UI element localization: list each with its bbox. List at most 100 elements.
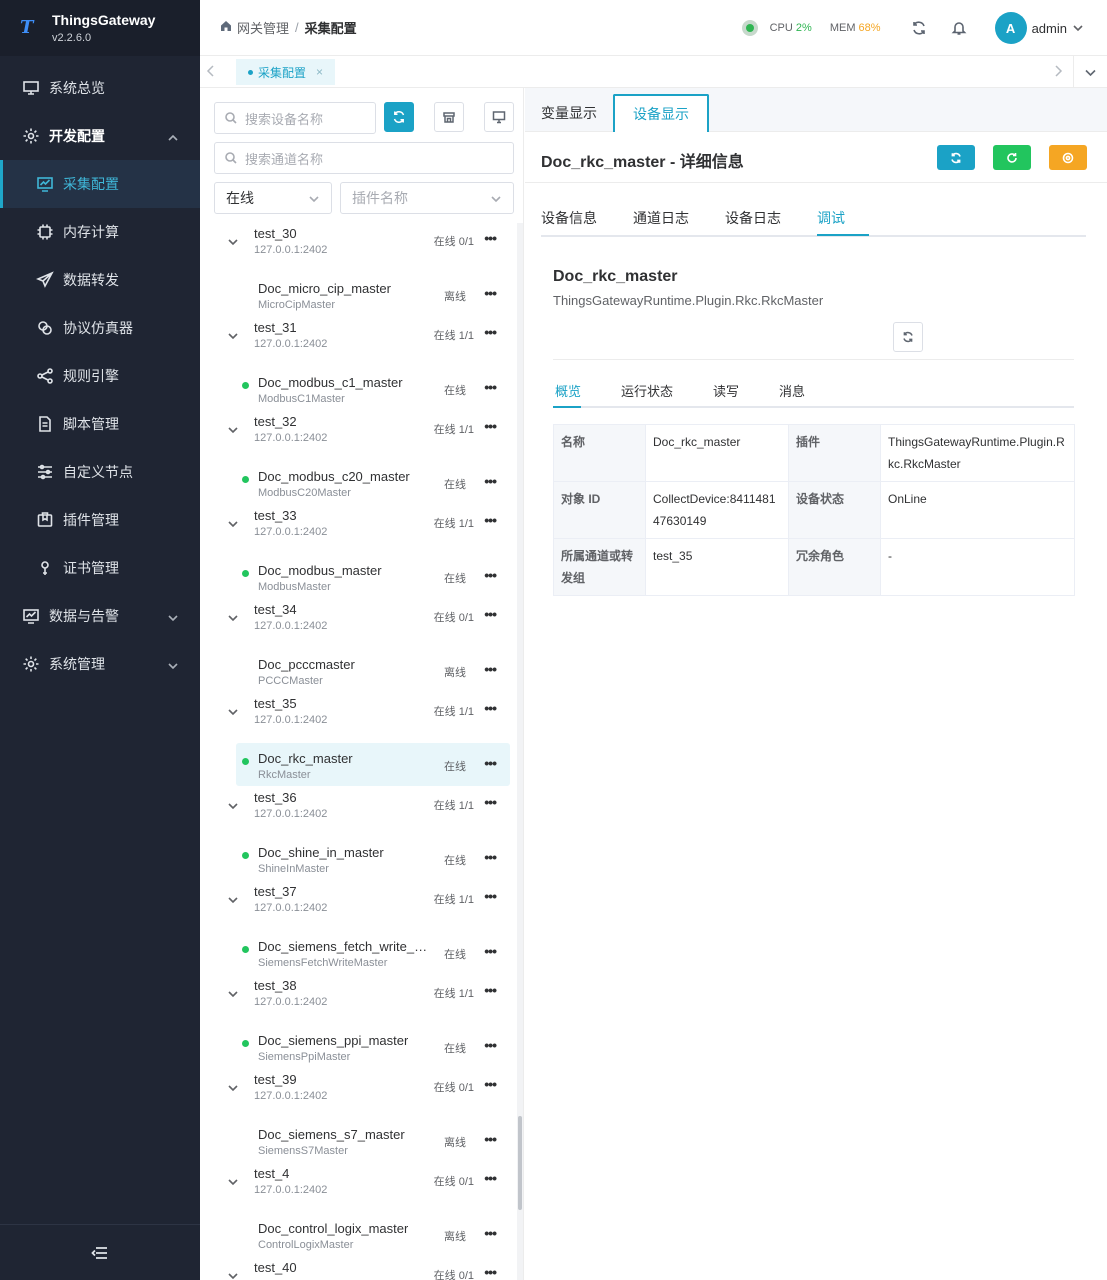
- device-node[interactable]: Doc_control_logix_master ControlLogixMast…: [200, 1210, 518, 1257]
- channel-node[interactable]: test_34 127.0.0.1:2402 在线 0/1 •••: [200, 599, 518, 646]
- chevron-down-icon[interactable]: [228, 1175, 238, 1190]
- device-node[interactable]: Doc_shine_in_master ShineInMaster 在线 •••: [200, 834, 518, 881]
- channel-node[interactable]: test_38 127.0.0.1:2402 在线 1/1 •••: [200, 975, 518, 1022]
- channel-node[interactable]: test_31 127.0.0.1:2402 在线 1/1 •••: [200, 317, 518, 364]
- search-channel-input[interactable]: 搜索通道名称: [214, 142, 514, 174]
- tabs-scroll-left-icon[interactable]: [206, 65, 216, 80]
- avatar[interactable]: A: [994, 12, 1027, 44]
- stop-device-button[interactable]: [1049, 145, 1087, 170]
- sidebar-item-12[interactable]: 系统管理: [0, 640, 200, 688]
- device-node[interactable]: Doc_rkc_master RkcMaster 在线 •••: [200, 740, 518, 787]
- sidebar-item-6[interactable]: 规则引擎: [0, 352, 200, 400]
- more-icon[interactable]: •••: [484, 888, 497, 904]
- channel-node[interactable]: test_35 127.0.0.1:2402 在线 1/1 •••: [200, 693, 518, 740]
- chevron-down-icon[interactable]: [228, 611, 238, 626]
- tab-read-write[interactable]: 读写: [713, 381, 739, 400]
- tab-messages[interactable]: 消息: [779, 381, 805, 400]
- refresh-tree-button[interactable]: [384, 102, 414, 132]
- tabs-scroll-right-icon[interactable]: [1053, 65, 1063, 80]
- more-icon[interactable]: •••: [484, 285, 497, 301]
- tab-collect-config[interactable]: 采集配置 ×: [236, 59, 336, 85]
- more-icon[interactable]: •••: [484, 473, 497, 489]
- device-node[interactable]: Doc_modbus_c1_master ModbusC1Master 在线 •••: [200, 364, 518, 411]
- chevron-down-icon[interactable]: [228, 705, 238, 720]
- desktop-view-button[interactable]: [484, 102, 514, 132]
- plc-view-button[interactable]: [434, 102, 464, 132]
- device-node[interactable]: Doc_pcccmaster PCCCMaster 离线 •••: [200, 646, 518, 693]
- home-icon[interactable]: [220, 20, 237, 35]
- device-node[interactable]: Doc_modbus_master ModbusMaster 在线 •••: [200, 552, 518, 599]
- sidebar-item-4[interactable]: 数据转发: [0, 256, 200, 304]
- tab-device-info[interactable]: 设备信息: [541, 208, 597, 228]
- chevron-down-icon[interactable]: [228, 235, 238, 250]
- sidebar-item-11[interactable]: 数据与告警: [0, 592, 200, 640]
- sidebar-item-2[interactable]: 采集配置: [0, 160, 200, 208]
- channel-node[interactable]: test_40 在线 0/1 •••: [200, 1257, 518, 1280]
- more-icon[interactable]: •••: [484, 1264, 497, 1280]
- user-name[interactable]: admin: [1032, 21, 1067, 36]
- refresh-detail-button[interactable]: [937, 145, 975, 170]
- more-icon[interactable]: •••: [484, 794, 497, 810]
- sidebar-item-8[interactable]: 自定义节点: [0, 448, 200, 496]
- tab-variable-view[interactable]: 变量显示: [525, 94, 613, 132]
- collapse-sidebar-button[interactable]: [0, 1224, 200, 1280]
- restart-device-button[interactable]: [993, 145, 1031, 170]
- channel-node[interactable]: test_32 127.0.0.1:2402 在线 1/1 •••: [200, 411, 518, 458]
- sidebar-item-9[interactable]: 插件管理: [0, 496, 200, 544]
- more-icon[interactable]: •••: [484, 1076, 497, 1092]
- channel-node[interactable]: test_37 127.0.0.1:2402 在线 1/1 •••: [200, 881, 518, 928]
- close-tab-icon[interactable]: ×: [316, 65, 323, 79]
- more-icon[interactable]: •••: [484, 1170, 497, 1186]
- channel-node[interactable]: test_33 127.0.0.1:2402 在线 1/1 •••: [200, 505, 518, 552]
- more-icon[interactable]: •••: [484, 379, 497, 395]
- chevron-down-icon[interactable]: [228, 987, 238, 1002]
- sidebar-item-10[interactable]: 证书管理: [0, 544, 200, 592]
- sidebar-item-0[interactable]: 系统总览: [0, 64, 200, 112]
- more-icon[interactable]: •••: [484, 849, 497, 865]
- tab-overview[interactable]: 概览: [555, 381, 581, 400]
- device-node[interactable]: Doc_siemens_fetch_write_master SiemensFet…: [200, 928, 518, 975]
- chevron-down-icon[interactable]: [228, 329, 238, 344]
- more-icon[interactable]: •••: [484, 567, 497, 583]
- tab-channel-log[interactable]: 通道日志: [633, 208, 689, 228]
- more-icon[interactable]: •••: [484, 943, 497, 959]
- more-icon[interactable]: •••: [484, 661, 497, 677]
- more-icon[interactable]: •••: [484, 1225, 497, 1241]
- device-node[interactable]: Doc_micro_cip_master MicroCipMaster 离线 •••: [200, 270, 518, 317]
- channel-node[interactable]: test_39 127.0.0.1:2402 在线 0/1 •••: [200, 1069, 518, 1116]
- tabs-dropdown-button[interactable]: [1073, 56, 1107, 88]
- chevron-down-icon[interactable]: [228, 1081, 238, 1096]
- notification-button[interactable]: [949, 18, 969, 38]
- more-icon[interactable]: •••: [484, 1037, 497, 1053]
- status-filter-select[interactable]: 在线: [214, 182, 332, 214]
- tab-device-view[interactable]: 设备显示: [613, 94, 709, 132]
- more-icon[interactable]: •••: [484, 512, 497, 528]
- more-icon[interactable]: •••: [484, 418, 497, 434]
- chevron-down-icon[interactable]: [228, 423, 238, 438]
- sidebar-item-5[interactable]: 协议仿真器: [0, 304, 200, 352]
- tab-debug[interactable]: 调试: [817, 208, 845, 228]
- chevron-down-icon[interactable]: [228, 1269, 238, 1280]
- refresh-button[interactable]: [909, 18, 929, 38]
- chevron-down-icon[interactable]: [228, 517, 238, 532]
- device-node[interactable]: Doc_siemens_ppi_master SiemensPpiMaster 在线…: [200, 1022, 518, 1069]
- device-node[interactable]: Doc_modbus_c20_master ModbusC20Master 在线 ••…: [200, 458, 518, 505]
- tab-device-log[interactable]: 设备日志: [725, 208, 781, 228]
- tree-scrollbar-thumb[interactable]: [518, 1116, 522, 1210]
- refresh-debug-button[interactable]: [893, 322, 923, 352]
- breadcrumb-gateway[interactable]: 网关管理: [237, 18, 289, 37]
- search-device-input[interactable]: 搜索设备名称: [214, 102, 376, 134]
- channel-node[interactable]: test_4 127.0.0.1:2402 在线 0/1 •••: [200, 1163, 518, 1210]
- chevron-down-icon[interactable]: [1073, 21, 1107, 36]
- more-icon[interactable]: •••: [484, 606, 497, 622]
- channel-node[interactable]: test_30 127.0.0.1:2402 在线 0/1 •••: [200, 223, 518, 270]
- plugin-filter-select[interactable]: 插件名称: [340, 182, 514, 214]
- chevron-down-icon[interactable]: [228, 799, 238, 814]
- sidebar-item-7[interactable]: 脚本管理: [0, 400, 200, 448]
- sidebar-item-1[interactable]: 开发配置: [0, 112, 200, 160]
- sidebar-item-3[interactable]: 内存计算: [0, 208, 200, 256]
- more-icon[interactable]: •••: [484, 755, 497, 771]
- device-node[interactable]: Doc_siemens_s7_master SiemensS7Master 离线 ••…: [200, 1116, 518, 1163]
- chevron-down-icon[interactable]: [228, 893, 238, 908]
- more-icon[interactable]: •••: [484, 700, 497, 716]
